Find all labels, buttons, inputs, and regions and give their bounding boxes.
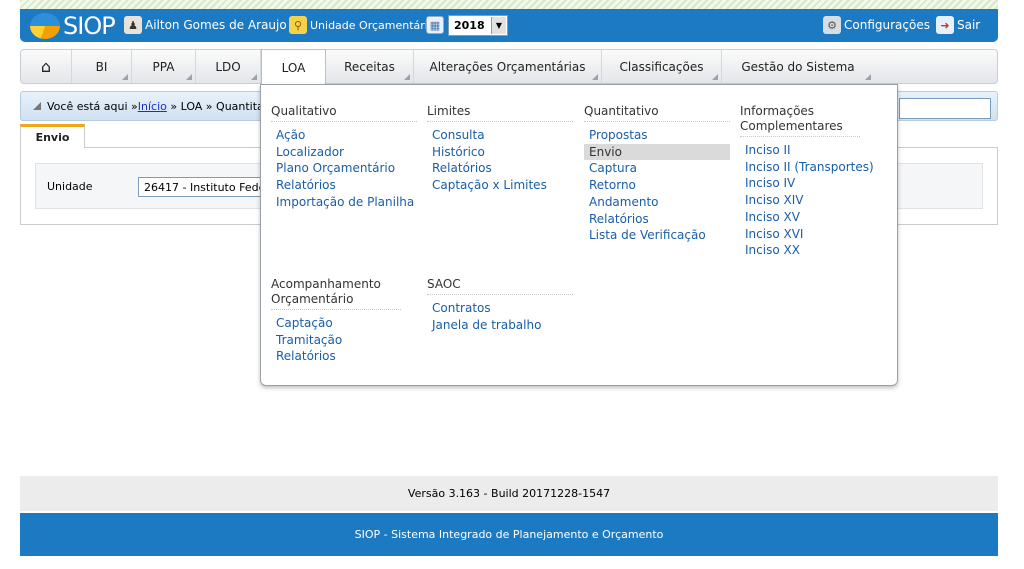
home-button[interactable]: ⌂ (21, 50, 72, 83)
nav-label: Gestão do Sistema (741, 59, 855, 74)
menu-item-captura[interactable]: Captura (584, 160, 730, 177)
nav-item-receitas[interactable]: Receitas (326, 50, 414, 83)
nav-item-ldo[interactable]: LDO (196, 50, 261, 83)
budget-unit-link[interactable]: ⚲ Unidade Orçamentária (289, 15, 435, 35)
nav-item-loa[interactable]: LOA (261, 49, 326, 85)
menu-heading: Informações Complementares (740, 104, 860, 137)
menu-item-inciso-iv[interactable]: Inciso IV (740, 175, 886, 192)
year-value: 2018 (454, 19, 485, 32)
unit-field-label: Unidade (47, 180, 93, 193)
menu-item-andamento[interactable]: Andamento (584, 194, 730, 211)
app-header: SIOP ♟ Ailton Gomes de Araujo ⚲ Unidade … (20, 9, 998, 42)
home-icon: ⌂ (40, 57, 52, 76)
menu-column-qualitativo: Qualitativo Ação Localizador Plano Orçam… (271, 104, 417, 211)
nav-item-ppa[interactable]: PPA (132, 50, 196, 83)
nav-item-bi[interactable]: BI (72, 50, 132, 83)
user-icon: ♟ (124, 16, 142, 34)
menu-item-inciso-ii[interactable]: Inciso II (740, 142, 886, 159)
nav-item-gestao[interactable]: Gestão do Sistema (722, 50, 874, 83)
menu-item-contratos[interactable]: Contratos (427, 300, 573, 317)
calendar-icon: ▦ (426, 16, 444, 34)
menu-heading: Qualitativo (271, 104, 417, 122)
menu-item-inciso-xvi[interactable]: Inciso XVI (740, 226, 886, 243)
menu-item-inciso-xx[interactable]: Inciso XX (740, 242, 886, 259)
menu-item-tramitacao[interactable]: Tramitação (271, 332, 417, 349)
version-bar: Versão 3.163 - Build 20171228-1547 (20, 476, 998, 511)
triangle-icon (33, 102, 41, 110)
user-info[interactable]: ♟ Ailton Gomes de Araujo (124, 15, 287, 35)
gear-icon: ⚙ (823, 16, 841, 34)
logo-text: SIOP (63, 11, 116, 40)
siop-logo[interactable]: SIOP (30, 11, 116, 40)
menu-item-propostas[interactable]: Propostas (584, 127, 730, 144)
menu-item-plano-orcamentario[interactable]: Plano Orçamentário (271, 160, 417, 177)
menu-column-acompanhamento: Acompanhamento Orçamentário Captação Tra… (271, 277, 417, 365)
nav-label: BI (95, 59, 108, 74)
menu-item-relatorios[interactable]: Relatórios (584, 211, 730, 228)
version-text: Versão 3.163 - Build 20171228-1547 (407, 487, 611, 500)
menu-column-quantitativo: Quantitativo Propostas Envio Captura Ret… (584, 104, 730, 244)
menu-heading: SAOC (427, 277, 573, 295)
user-name: Ailton Gomes de Araujo (145, 18, 287, 32)
exit-label: Sair (957, 18, 981, 32)
settings-link[interactable]: ⚙ Configurações (823, 15, 930, 35)
exit-icon: ➜ (936, 16, 954, 34)
menu-column-saoc: SAOC Contratos Janela de trabalho (427, 277, 573, 333)
menu-item-inciso-xv[interactable]: Inciso XV (740, 209, 886, 226)
menu-item-inciso-ii-transportes[interactable]: Inciso II (Transportes) (740, 159, 886, 176)
menu-item-captacao-limites[interactable]: Captação x Limites (427, 177, 573, 194)
nav-label: LDO (215, 59, 241, 74)
nav-label: Alterações Orçamentárias (429, 59, 586, 74)
breadcrumb-prefix: Você está aqui » (47, 100, 138, 113)
footer-system-name: SIOP - Sistema Integrado de Planejamento… (354, 528, 664, 541)
nav-label: Classificações (619, 59, 704, 74)
exit-link[interactable]: ➜ Sair (936, 15, 980, 35)
footer: SIOP - Sistema Integrado de Planejamento… (20, 513, 998, 556)
menu-item-captacao[interactable]: Captação (271, 315, 417, 332)
menu-item-envio[interactable]: Envio (584, 143, 730, 161)
menu-item-acao[interactable]: Ação (271, 127, 417, 144)
calendar-button[interactable]: ▦ (426, 15, 447, 35)
search-input[interactable] (899, 98, 991, 119)
menu-item-janela-trabalho[interactable]: Janela de trabalho (427, 317, 573, 334)
nav-item-classificacoes[interactable]: Classificações (602, 50, 722, 83)
nav-label: LOA (281, 60, 306, 75)
chevron-down-icon[interactable]: ▼ (491, 17, 506, 34)
menu-item-lista-verificacao[interactable]: Lista de Verificação (584, 227, 730, 244)
menu-item-relatorios[interactable]: Relatórios (271, 348, 417, 365)
unit-field[interactable]: 26417 - Instituto Federal (138, 177, 268, 197)
logo-icon (30, 12, 60, 39)
menu-item-relatorios[interactable]: Relatórios (427, 160, 573, 177)
menu-heading: Quantitativo (584, 104, 730, 122)
menu-column-limites: Limites Consulta Histórico Relatórios Ca… (427, 104, 573, 194)
settings-label: Configurações (844, 18, 930, 32)
menu-item-inciso-xiv[interactable]: Inciso XIV (740, 192, 886, 209)
main-nav: ⌂ BI PPA LDO LOA Receitas Alterações Orç… (20, 49, 998, 85)
loa-dropdown-menu: Qualitativo Ação Localizador Plano Orçam… (260, 84, 898, 386)
menu-heading: Limites (427, 104, 573, 122)
nav-label: PPA (152, 59, 175, 74)
top-decorative-stripe (20, 0, 998, 9)
tab-envio[interactable]: Envio (20, 124, 85, 148)
breadcrumb-home-link[interactable]: Início (138, 100, 167, 113)
nav-label: Receitas (344, 59, 395, 74)
budget-unit-label: Unidade Orçamentária (310, 18, 435, 32)
menu-heading: Acompanhamento Orçamentário (271, 277, 401, 310)
menu-item-retorno[interactable]: Retorno (584, 177, 730, 194)
year-select[interactable]: 2018 ▼ (448, 15, 508, 36)
menu-item-historico[interactable]: Histórico (427, 144, 573, 161)
menu-item-relatorios[interactable]: Relatórios (271, 177, 417, 194)
nav-item-alteracoes[interactable]: Alterações Orçamentárias (414, 50, 602, 83)
menu-item-localizador[interactable]: Localizador (271, 144, 417, 161)
menu-item-consulta[interactable]: Consulta (427, 127, 573, 144)
menu-column-informacoes: Informações Complementares Inciso II Inc… (740, 104, 886, 259)
key-icon: ⚲ (289, 16, 307, 34)
breadcrumb-text: Você está aqui »Início » LOA » Quantitat… (33, 100, 295, 113)
menu-item-importacao-planilha[interactable]: Importação de Planilha (271, 194, 417, 211)
